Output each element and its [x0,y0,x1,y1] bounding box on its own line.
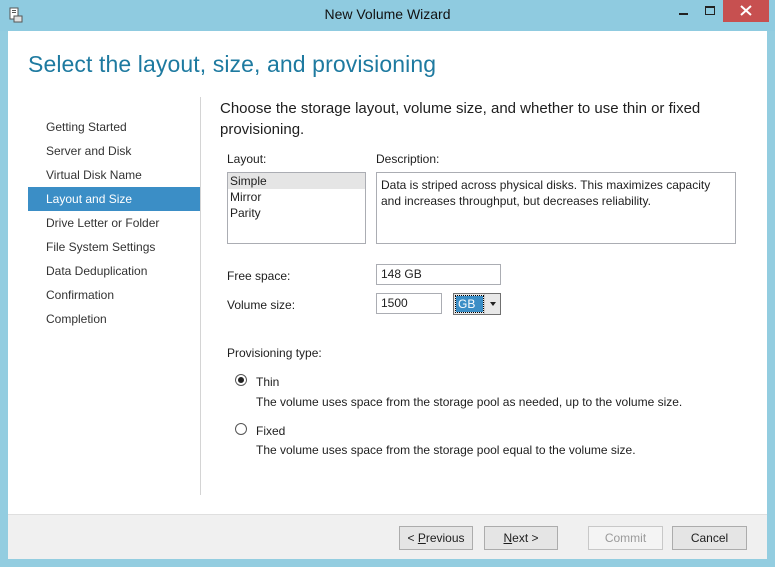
nav-item-drive-letter-or-folder[interactable]: Drive Letter or Folder [28,211,200,235]
previous-prefix: < [407,531,418,545]
nav-item-confirmation[interactable]: Confirmation [28,283,200,307]
layout-option-simple[interactable]: Simple [228,173,365,189]
wizard-steps-nav: Getting Started Server and Disk Virtual … [28,115,200,331]
previous-button[interactable]: < Previous [399,526,473,550]
provisioning-type-label: Provisioning type: [227,346,322,360]
chevron-down-icon [490,302,496,306]
window-title: New Volume Wizard [324,6,451,22]
layout-option-parity[interactable]: Parity [228,205,365,221]
fixed-radio[interactable] [235,423,247,435]
nav-divider [200,97,201,495]
thin-label[interactable]: Thin [256,375,279,389]
nav-item-virtual-disk-name[interactable]: Virtual Disk Name [28,163,200,187]
free-space-label: Free space: [227,269,291,283]
layout-option-mirror[interactable]: Mirror [228,189,365,205]
instructions-text: Choose the storage layout, volume size, … [220,100,701,138]
commit-button[interactable]: Commit [588,526,663,550]
next-button[interactable]: Next > [484,526,558,550]
page-title: Select the layout, size, and provisionin… [28,51,437,77]
size-unit-value: GB [455,295,484,313]
volume-size-input[interactable]: 1500 [376,293,442,314]
nav-item-server-and-disk[interactable]: Server and Disk [28,139,200,163]
close-icon [740,5,752,16]
thin-radio[interactable] [235,374,247,386]
description-label: Description: [376,152,440,166]
wizard-window: New Volume Wizard Select the layout, siz… [0,0,775,567]
nav-item-file-system-settings[interactable]: File System Settings [28,235,200,259]
thin-description: The volume uses space from the storage p… [256,395,683,409]
maximize-icon [705,6,715,15]
size-unit-dropdown[interactable]: GB [453,293,501,315]
minimize-icon [679,13,688,15]
free-space-field: 148 GB [376,264,501,285]
dropdown-arrow[interactable] [484,294,500,314]
cancel-button[interactable]: Cancel [672,526,747,550]
button-bar: < Previous Next > Commit Cancel [8,514,767,559]
title-bar[interactable]: New Volume Wizard [0,0,775,31]
volume-size-label: Volume size: [227,298,296,312]
nav-item-getting-started[interactable]: Getting Started [28,115,200,139]
wizard-client-area: Select the layout, size, and provisionin… [8,31,767,559]
description-box: Data is striped across physical disks. T… [376,172,736,244]
next-mnemonic: N [503,531,513,545]
next-label-rest: ext > [512,531,539,545]
fixed-description: The volume uses space from the storage p… [256,443,636,457]
minimize-button[interactable] [670,0,697,22]
close-button[interactable] [723,0,769,22]
previous-mnemonic: P [417,531,426,545]
nav-item-data-deduplication[interactable]: Data Deduplication [28,259,200,283]
nav-item-completion[interactable]: Completion [28,307,200,331]
layout-listbox[interactable]: Simple Mirror Parity [227,172,366,244]
nav-item-layout-and-size[interactable]: Layout and Size [28,187,200,211]
maximize-button[interactable] [697,0,723,22]
layout-label: Layout: [227,152,267,166]
previous-label-rest: revious [425,531,465,545]
fixed-label[interactable]: Fixed [256,424,285,438]
